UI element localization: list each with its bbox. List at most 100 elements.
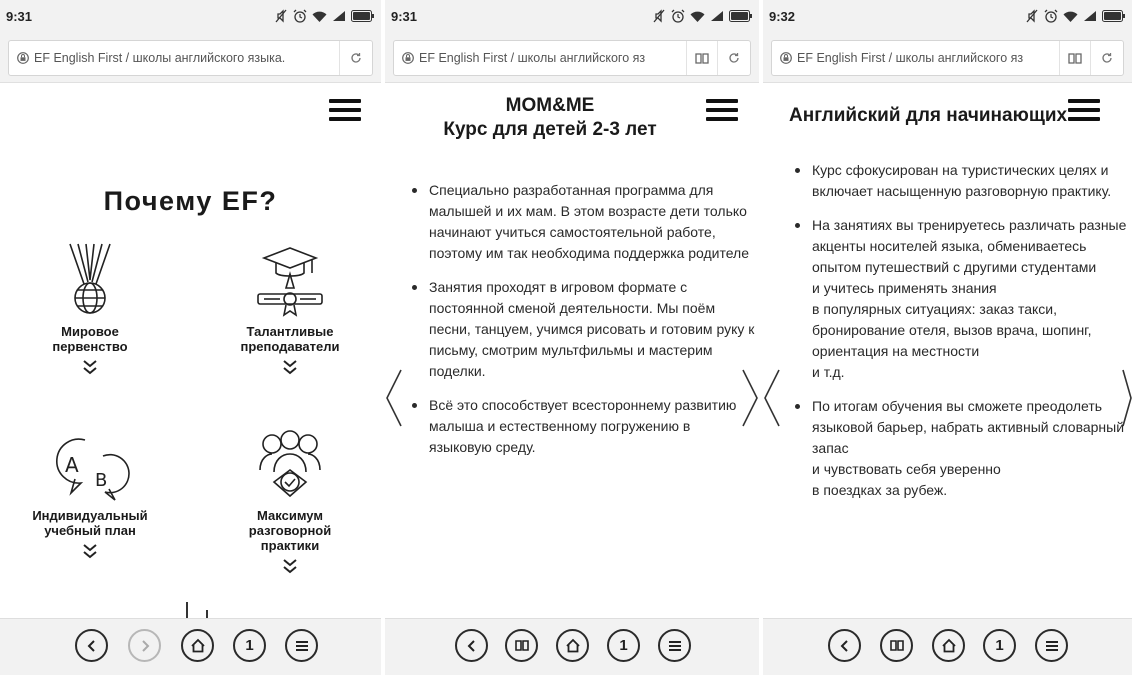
- course-description-list: Курс сфокусирован на туристических целях…: [795, 160, 1132, 514]
- menu-icon[interactable]: [706, 99, 738, 121]
- reload-button[interactable]: [339, 41, 372, 75]
- alarm-icon: [293, 9, 307, 23]
- double-chevron-down-icon[interactable]: [200, 558, 380, 574]
- feature-label: Максимум разговорной практики: [200, 508, 380, 553]
- url-text: EF English First / школы английского яз: [797, 51, 1024, 65]
- book-icon: [1068, 52, 1082, 64]
- mute-icon: [275, 9, 287, 23]
- address-bar[interactable]: EF English First / школы английского яз: [393, 40, 751, 76]
- browser-menu-button[interactable]: [658, 629, 691, 662]
- url-text: EF English First / школы английского язы…: [34, 51, 286, 65]
- carousel-next-arrow-icon[interactable]: [741, 368, 759, 428]
- reader-mode-button[interactable]: [880, 629, 913, 662]
- wifi-icon: [1063, 11, 1078, 22]
- menu-icon[interactable]: [1068, 99, 1100, 121]
- signal-icon: [1084, 11, 1096, 21]
- reload-button[interactable]: [1090, 41, 1123, 75]
- home-button[interactable]: [556, 629, 589, 662]
- screen-why-ef: 9:31 EF English First / школы английског…: [0, 0, 381, 675]
- tabs-count: 1: [245, 637, 254, 654]
- divider: [186, 602, 188, 618]
- group-check-icon: [200, 424, 380, 502]
- feature-label: Талантливые преподаватели: [200, 324, 380, 354]
- chevron-left-icon: [87, 639, 95, 652]
- back-button[interactable]: [828, 629, 861, 662]
- course-description-list: Специально разработанная программа для м…: [412, 180, 755, 471]
- browser-toolbar: EF English First / школы английского язы…: [0, 34, 381, 83]
- book-icon: [889, 640, 904, 651]
- chevron-left-icon: [467, 639, 475, 652]
- feature-world-leadership[interactable]: Мировое первенство: [0, 240, 180, 375]
- battery-icon: [351, 10, 374, 22]
- feature-individual-plan[interactable]: A B Индивидуальный учебный план: [0, 424, 180, 559]
- medal-globe-icon: [0, 240, 180, 318]
- status-time: 9:31: [6, 9, 33, 24]
- reload-icon: [351, 53, 361, 63]
- status-icons: [652, 8, 753, 24]
- browser-bottom-bar: 1: [385, 618, 759, 675]
- list-item: Курс сфокусирован на туристических целях…: [795, 160, 1132, 202]
- svg-text:B: B: [95, 470, 107, 491]
- forward-button[interactable]: [128, 629, 161, 662]
- carousel-next-arrow-icon[interactable]: [1122, 368, 1132, 428]
- battery-icon: [1102, 10, 1125, 22]
- home-icon: [941, 638, 956, 653]
- lock-icon: [402, 52, 414, 64]
- course-title-line: MOM&ME Курс для детей 2-3 лет: [443, 95, 657, 140]
- feature-speaking-practice[interactable]: Максимум разговорной практики: [200, 424, 380, 574]
- tabs-count: 1: [619, 637, 628, 654]
- tabs-button[interactable]: 1: [233, 629, 266, 662]
- double-chevron-down-icon[interactable]: [0, 543, 180, 559]
- address-bar[interactable]: EF English First / школы английского яз: [771, 40, 1124, 76]
- back-button[interactable]: [75, 629, 108, 662]
- alarm-icon: [1044, 9, 1058, 23]
- mute-icon: [1026, 9, 1038, 23]
- home-button[interactable]: [181, 629, 214, 662]
- reader-mode-button[interactable]: [505, 629, 538, 662]
- list-item: На занятиях вы тренируетесь различать ра…: [795, 215, 1132, 383]
- menu-icon[interactable]: [329, 99, 361, 121]
- url-text: EF English First / школы английского яз: [419, 51, 646, 65]
- address-bar[interactable]: EF English First / школы английского язы…: [8, 40, 373, 76]
- carousel-prev-arrow-icon[interactable]: [385, 368, 403, 428]
- home-icon: [190, 638, 205, 653]
- feature-talented-teachers[interactable]: Талантливые преподаватели: [200, 240, 380, 375]
- screen-english-for-beginners: 9:32 EF English First / школы английског…: [763, 0, 1132, 675]
- list-item: Всё это способствует всестороннему разви…: [412, 395, 755, 458]
- signal-icon: [711, 11, 723, 21]
- mute-icon: [653, 9, 665, 23]
- home-button[interactable]: [932, 629, 965, 662]
- carousel-prev-arrow-icon[interactable]: [763, 368, 781, 428]
- course-title: MOM&ME Курс для детей 2-3 лет: [385, 94, 715, 142]
- battery-icon: [729, 10, 752, 22]
- section-heading: Почему EF?: [103, 186, 278, 216]
- reload-button[interactable]: [717, 41, 750, 75]
- status-bar: 9:31: [385, 0, 759, 34]
- reader-mode-button[interactable]: [686, 41, 717, 75]
- browser-toolbar: EF English First / школы английского яз: [385, 34, 759, 83]
- tabs-button[interactable]: 1: [607, 629, 640, 662]
- course-title: Английский для начинающих: [789, 105, 1068, 126]
- reload-icon: [729, 53, 739, 63]
- svg-text:A: A: [65, 453, 79, 477]
- back-button[interactable]: [455, 629, 488, 662]
- lock-icon: [780, 52, 792, 64]
- browser-menu-button[interactable]: [1035, 629, 1068, 662]
- wifi-icon: [690, 11, 705, 22]
- alarm-icon: [671, 9, 685, 23]
- status-bar: 9:32: [763, 0, 1132, 34]
- browser-menu-button[interactable]: [285, 629, 318, 662]
- chevron-right-icon: [141, 639, 149, 652]
- list-item: По итогам обучения вы сможете преодолеть…: [795, 396, 1132, 501]
- feature-label: Индивидуальный учебный план: [0, 508, 180, 538]
- status-time: 9:31: [391, 9, 418, 24]
- reader-mode-button[interactable]: [1059, 41, 1090, 75]
- tabs-button[interactable]: 1: [983, 629, 1016, 662]
- status-time: 9:32: [769, 9, 796, 24]
- feature-label-line: Максимум разговорной практики: [248, 508, 332, 553]
- feature-label-line: Индивидуальный учебный план: [32, 508, 148, 538]
- status-icons: [274, 8, 375, 24]
- double-chevron-down-icon[interactable]: [0, 359, 180, 375]
- lock-icon: [17, 52, 29, 64]
- double-chevron-down-icon[interactable]: [200, 359, 380, 375]
